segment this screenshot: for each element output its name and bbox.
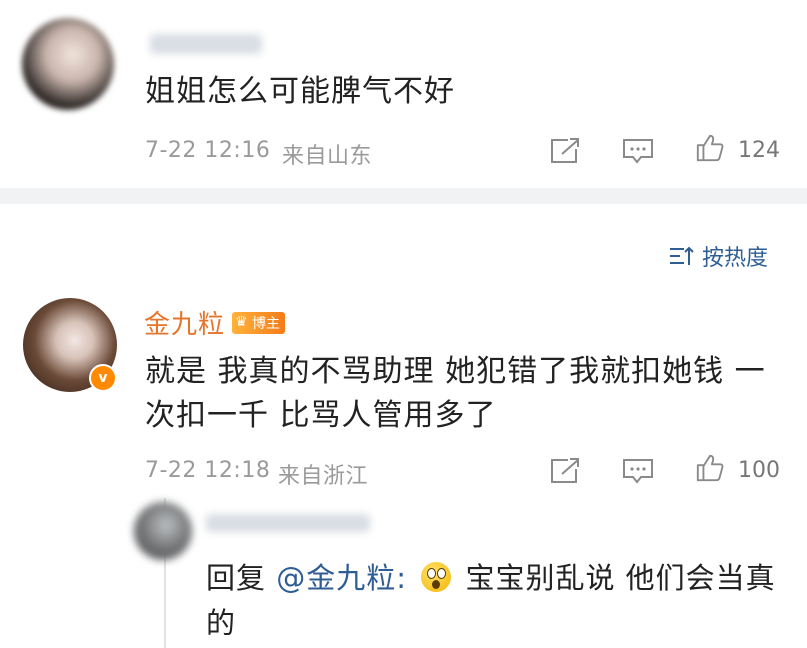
comment-text-line1: 就是 我真的不骂助理 她犯错了我就扣她钱 一: [145, 354, 766, 389]
sort-label: 按热度: [702, 246, 769, 271]
reply-text-line2: 的: [206, 606, 237, 640]
reply-body: 宝宝别乱说 他们会当真: [465, 561, 776, 595]
blurred-username[interactable]: [150, 34, 262, 54]
verified-badge: v: [89, 364, 117, 392]
badge-label: 博主: [252, 316, 280, 332]
avatar[interactable]: [22, 18, 114, 110]
comment-icon[interactable]: [621, 136, 655, 166]
comment-time: 7-22 12:16: [145, 138, 271, 163]
blogger-badge: ♛ 博主: [232, 312, 285, 334]
blurred-username[interactable]: [206, 514, 370, 532]
comment-time: 7-22 12:18: [145, 458, 271, 483]
like-count: 100: [738, 458, 780, 483]
reply-text: 回复 @金九粒: 宝宝别乱说 他们会当真: [206, 558, 776, 598]
like-icon[interactable]: [693, 453, 727, 483]
section-divider: [0, 188, 807, 204]
comment-text: 姐姐怎么可能脾气不好: [145, 74, 455, 109]
mention-link[interactable]: @金九粒:: [276, 561, 407, 595]
share-icon[interactable]: [548, 456, 582, 486]
sort-icon: [670, 246, 694, 265]
comment-location: 来自浙江: [278, 464, 369, 489]
sort-button[interactable]: 按热度: [668, 240, 768, 272]
share-icon[interactable]: [548, 136, 582, 166]
reply-avatar[interactable]: [134, 502, 192, 560]
comment-location: 来自山东: [282, 144, 373, 169]
like-count: 124: [738, 138, 780, 163]
crown-icon: ♛: [235, 314, 248, 330]
comment-text-line2: 次扣一千 比骂人管用多了: [145, 398, 497, 433]
like-icon[interactable]: [693, 133, 727, 163]
surprised-face-emoji: [421, 562, 452, 592]
comment-icon[interactable]: [621, 456, 655, 486]
author-name[interactable]: 金九粒: [144, 304, 225, 341]
reply-prefix: 回复: [206, 561, 267, 595]
